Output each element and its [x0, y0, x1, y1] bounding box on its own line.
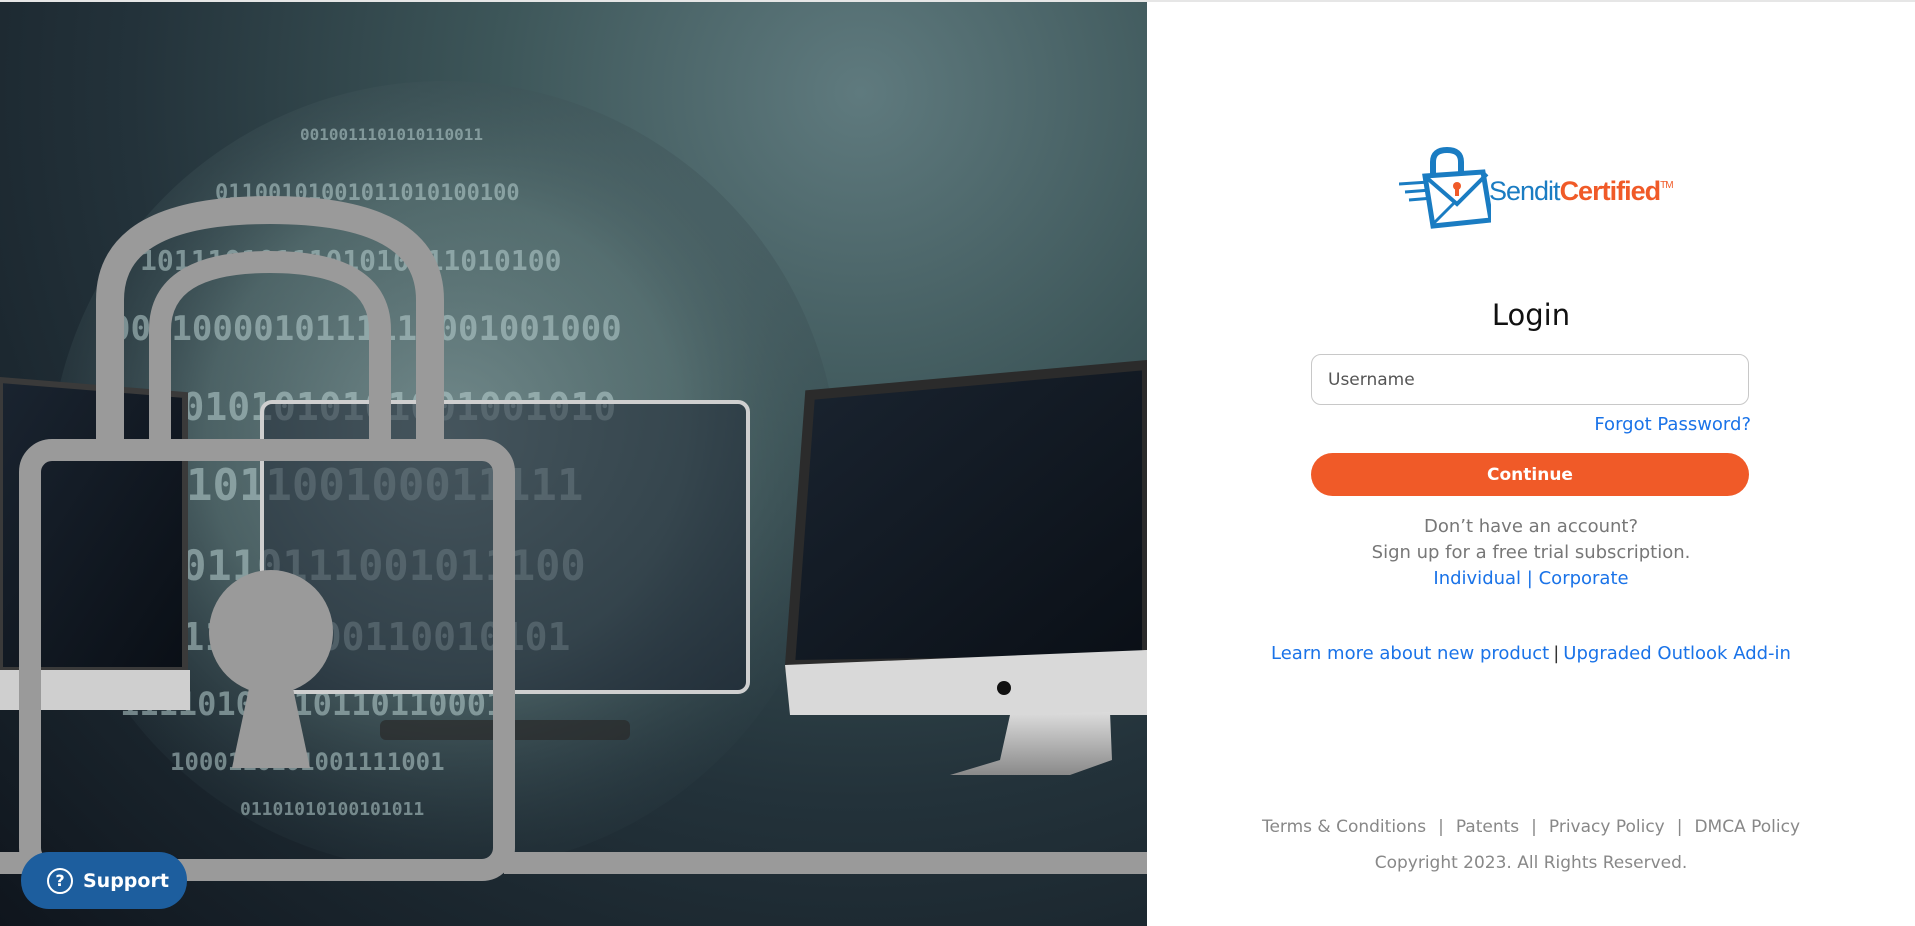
question-circle-icon: ? [47, 867, 73, 894]
footer-separator: | [1531, 817, 1537, 837]
logo-trademark: TM [1660, 180, 1673, 191]
product-links: Learn more about new product | Upgraded Ou… [1147, 643, 1915, 664]
product-links-separator: | [1553, 643, 1560, 664]
signup-links: Individual | Corporate [1147, 566, 1915, 592]
footer-separator: | [1676, 817, 1683, 837]
right-monitor-stand [950, 712, 1112, 775]
logo-text-sendit: Sendit [1489, 176, 1561, 206]
right-monitor-camera [997, 681, 1011, 695]
forgot-password-link[interactable]: Forgot Password? [1594, 414, 1751, 435]
footer-separator: | [1438, 817, 1444, 837]
footer-links: Terms & Conditions | Patents | Privacy Polic… [1147, 817, 1915, 837]
login-page: 0010011101010110011 01100101001011010100… [0, 0, 1915, 926]
learn-new-product-link[interactable]: Learn more about new product [1271, 643, 1549, 664]
padlock-monitors-illustration: 0010011101010110011 01100101001011010100… [0, 81, 1147, 881]
padlock-bottom-bar [504, 852, 1147, 874]
login-title: Login [1491, 298, 1571, 332]
login-panel: SenditCertifiedTM Login Forgot Password?… [1147, 0, 1915, 926]
svg-text:0001000010111110001001000: 0001000010111110001001000 [110, 309, 622, 349]
support-button[interactable]: ? Support [21, 852, 187, 909]
username-input[interactable] [1311, 354, 1749, 405]
padlock-envelope-logo-icon [1399, 146, 1491, 229]
individual-signup-link[interactable]: Individual [1433, 568, 1521, 589]
top-divider [0, 0, 1915, 2]
signup-separator: | [1526, 568, 1533, 589]
copyright-text: Copyright 2023. All Rights Reserved. [1374, 853, 1688, 873]
privacy-policy-link[interactable]: Privacy Policy [1549, 817, 1665, 837]
signup-block: Don’t have an account? Sign up for a fre… [1147, 514, 1915, 592]
senditcertified-logo[interactable]: SenditCertifiedTM [1399, 146, 1689, 230]
logo-text-certified: Certified [1559, 176, 1662, 206]
corporate-signup-link[interactable]: Corporate [1539, 568, 1629, 589]
outlook-addin-link[interactable]: Upgraded Outlook Add-in [1563, 643, 1791, 664]
patents-link[interactable]: Patents [1456, 817, 1519, 837]
support-label: Support [83, 869, 169, 892]
terms-link[interactable]: Terms & Conditions [1262, 817, 1426, 837]
dmca-policy-link[interactable]: DMCA Policy [1694, 817, 1800, 837]
free-trial-text: Sign up for a free trial subscription. [1371, 542, 1691, 563]
logo-wordmark: SenditCertifiedTM [1489, 176, 1674, 207]
continue-button[interactable]: Continue [1311, 453, 1749, 496]
hero-image: 0010011101010110011 01100101001011010100… [0, 0, 1147, 926]
right-monitor [784, 359, 1147, 671]
svg-text:01101010100101011: 01101010100101011 [240, 799, 424, 820]
no-account-text: Don’t have an account? [1423, 516, 1639, 537]
svg-text:0010011101010110011: 0010011101010110011 [300, 125, 483, 144]
